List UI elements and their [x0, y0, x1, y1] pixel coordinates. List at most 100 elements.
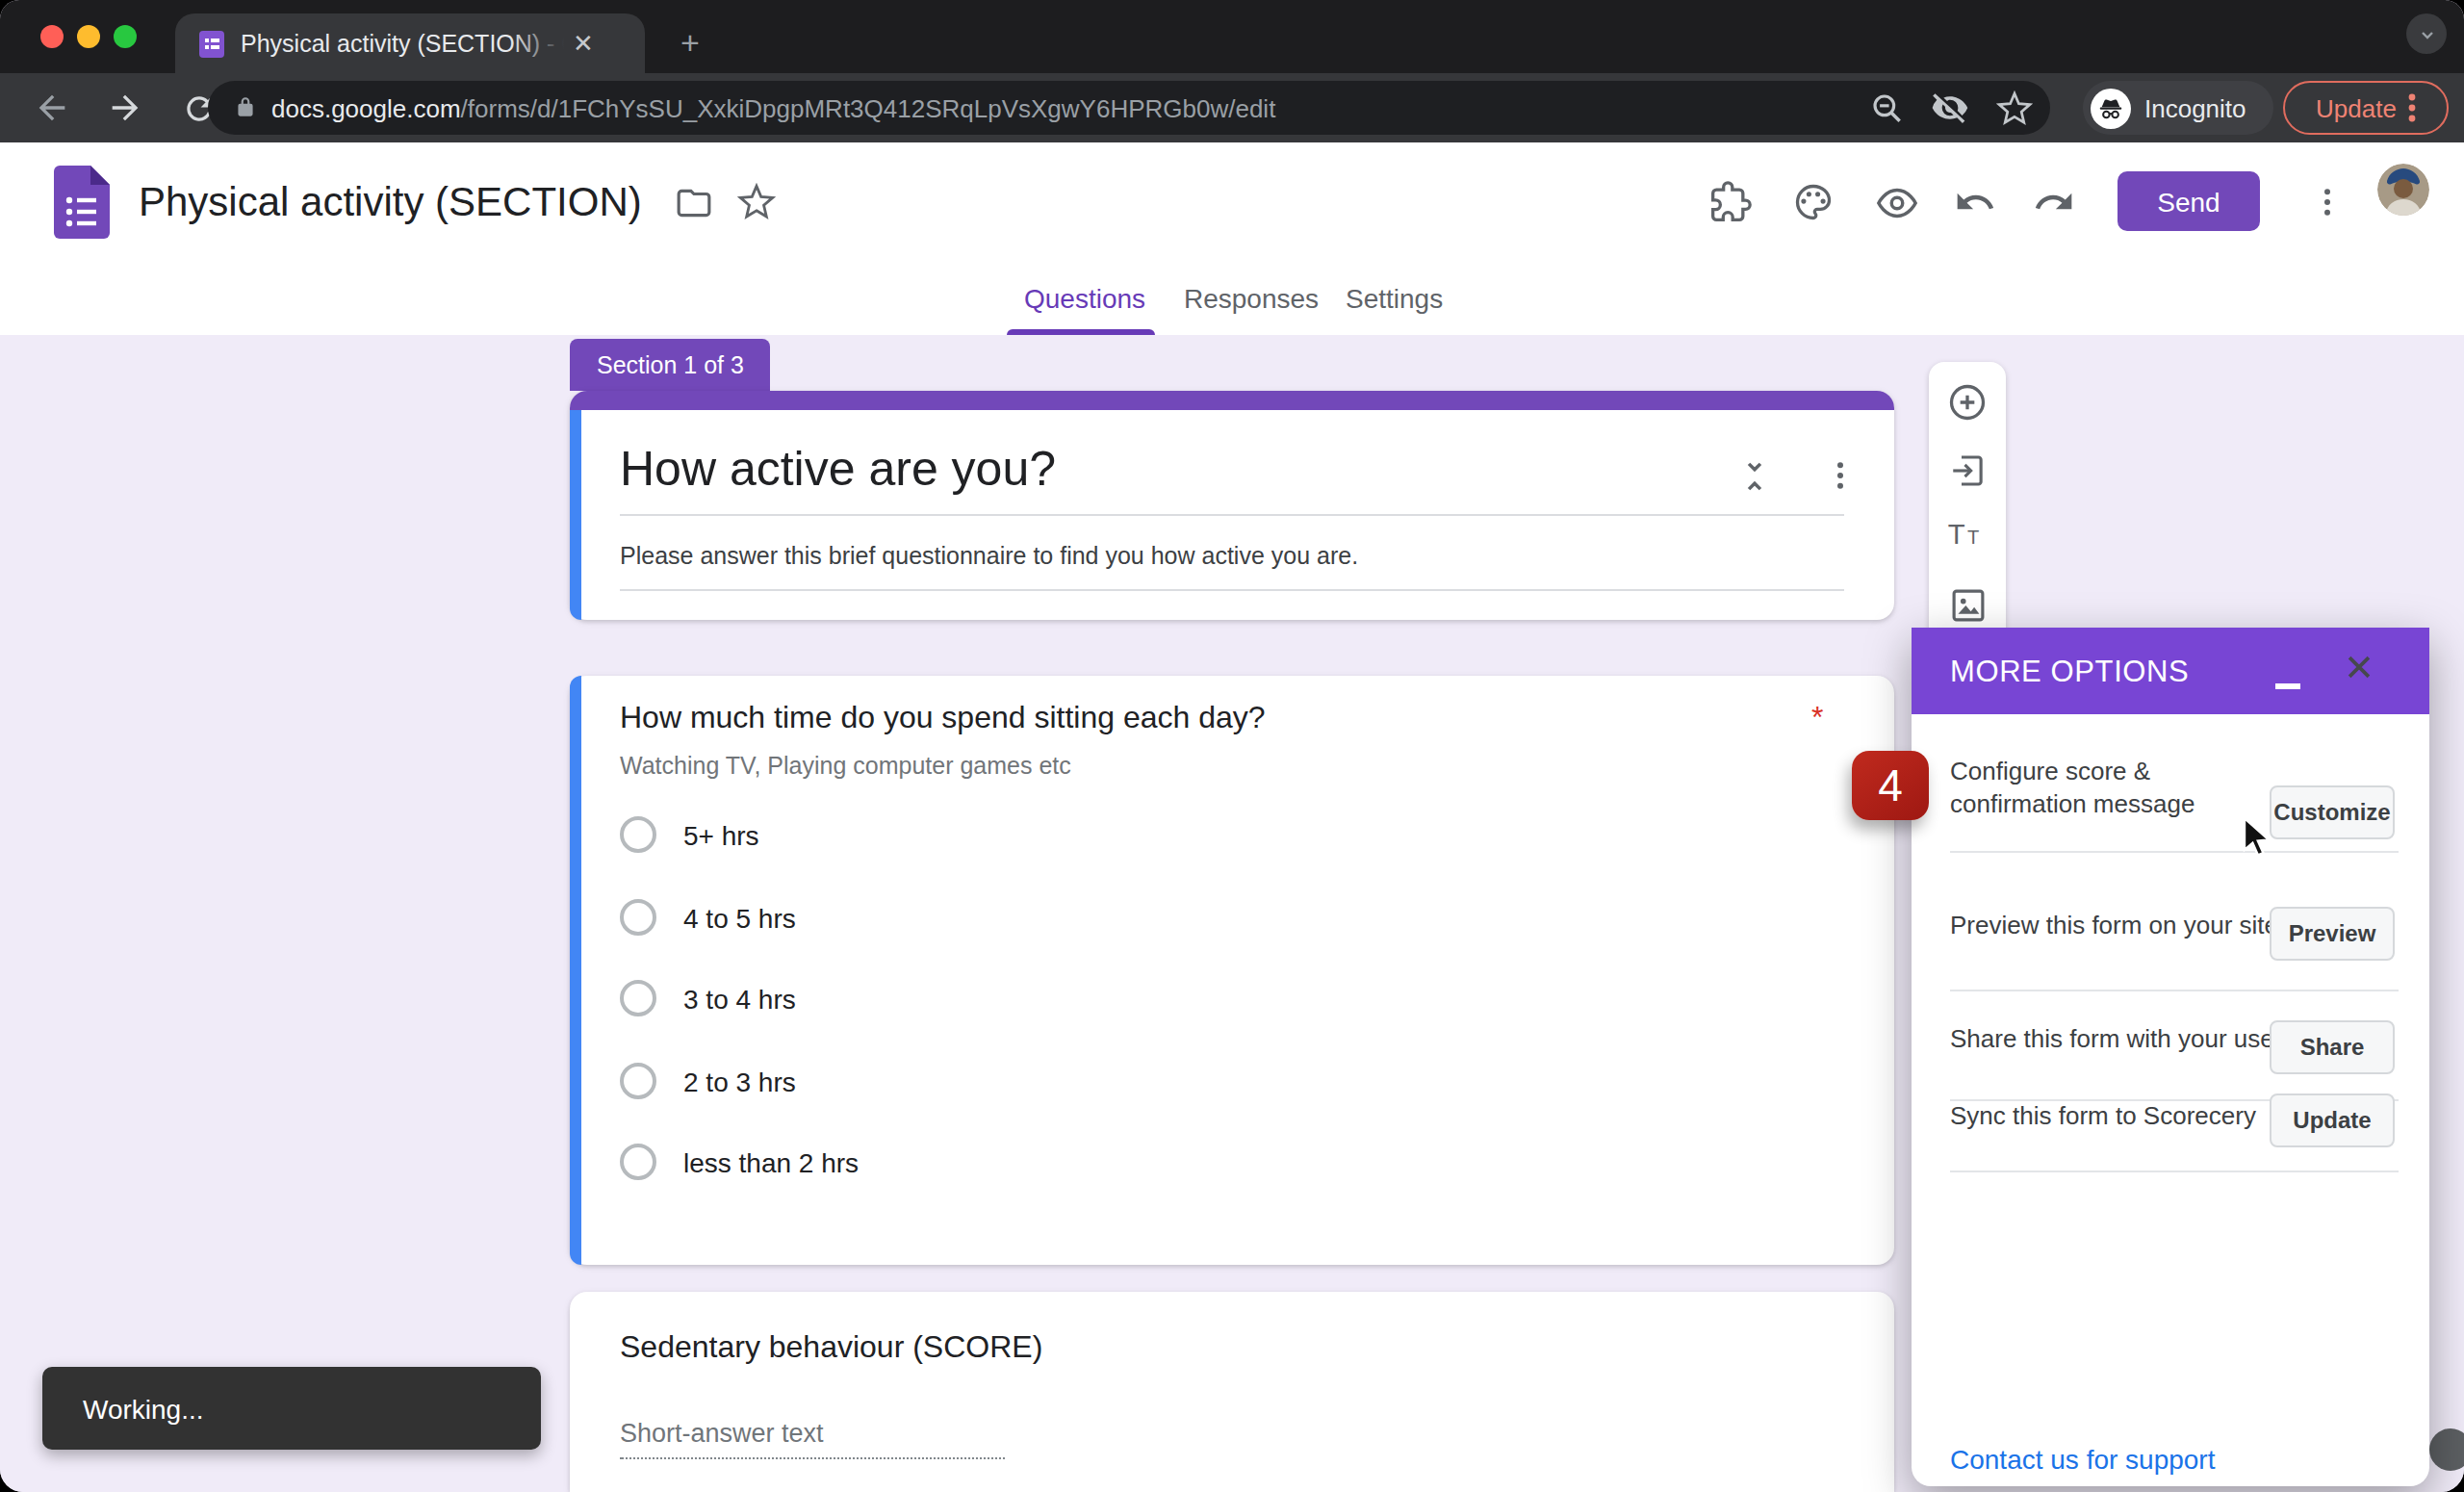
add-circle-icon [1946, 381, 1989, 424]
window-titlebar: Physical activity (SECTION) - G ✕ + [0, 0, 2464, 73]
incognito-icon [2091, 88, 2131, 128]
question-card[interactable]: How much time do you spend sitting each … [570, 676, 1894, 1265]
required-asterisk: * [1811, 701, 1823, 735]
selection-indicator [570, 410, 581, 620]
window-zoom-button[interactable] [114, 25, 137, 48]
panel-row-label: Preview this form on your site [1950, 911, 2278, 942]
more-menu-button[interactable] [2302, 177, 2352, 227]
undo-button[interactable] [1950, 177, 2000, 227]
star-icon [738, 183, 777, 221]
window-minimize-button[interactable] [77, 25, 100, 48]
bookmark-button[interactable] [1992, 87, 2035, 129]
forward-button[interactable] [102, 85, 148, 131]
section-header-card[interactable]: How active are you? Please answer this b… [570, 391, 1894, 620]
section-menu-icon[interactable] [1821, 456, 1860, 495]
tab-questions[interactable]: Questions [1024, 262, 1145, 335]
panel-divider [1950, 851, 2399, 853]
new-tab-button[interactable]: + [672, 25, 708, 62]
card-accent-band [570, 391, 1894, 410]
score-question-title[interactable]: Sedentary behaviour (SCORE) [620, 1330, 1042, 1365]
mouse-cursor [2243, 816, 2275, 862]
eye-off-icon [1931, 89, 1969, 127]
radio-option[interactable]: 2 to 3 hrs [620, 1063, 796, 1099]
window-chevron-button[interactable] [2406, 13, 2447, 54]
folder-icon [676, 184, 712, 220]
import-questions-button[interactable] [1946, 449, 1989, 491]
radio-icon[interactable] [620, 980, 656, 1016]
radio-option[interactable]: 4 to 5 hrs [620, 899, 796, 936]
move-folder-button[interactable] [669, 177, 719, 227]
tab-title: Physical activity (SECTION) - G [241, 30, 564, 57]
redo-icon [2033, 181, 2075, 223]
address-bar[interactable]: docs.google.com/forms/d/1FChYsSU_XxkiDpg… [208, 81, 2050, 135]
radio-icon[interactable] [620, 1144, 656, 1180]
forms-header: Physical activity (SECTION) Send [0, 142, 2464, 262]
svg-text:T: T [1967, 527, 1979, 548]
chrome-update-button[interactable]: Update [2283, 81, 2449, 135]
collapse-section-icon[interactable] [1734, 456, 1775, 497]
panel-header[interactable]: MORE OPTIONS [1912, 628, 2429, 714]
chevron-down-icon [2415, 22, 2438, 45]
add-question-button[interactable] [1946, 381, 1989, 424]
radio-option[interactable]: 5+ hrs [620, 816, 759, 853]
step-badge: 4 [1852, 751, 1929, 820]
kebab-icon [2308, 183, 2347, 221]
radio-icon[interactable] [620, 1063, 656, 1099]
minimize-icon[interactable] [2275, 683, 2300, 688]
score-question-card[interactable]: Sedentary behaviour (SCORE) Short-answer… [570, 1292, 1894, 1492]
panel-divider [1950, 1170, 2399, 1172]
undo-icon [1954, 181, 1996, 223]
form-title[interactable]: How active are you? [620, 441, 1056, 497]
panel-row-label: Share this form with your users [1950, 1024, 2295, 1056]
eye-icon [1874, 180, 1918, 224]
import-icon [1947, 450, 1988, 490]
question-subtitle[interactable]: Watching TV, Playing computer games etc [620, 753, 1071, 780]
preview-button[interactable] [1871, 177, 1921, 227]
radio-option[interactable]: less than 2 hrs [620, 1144, 859, 1180]
panel-divider [1950, 990, 2399, 991]
browser-tab[interactable]: Physical activity (SECTION) - G ✕ [175, 13, 645, 73]
customize-button[interactable]: Customize [2270, 785, 2395, 839]
radio-icon[interactable] [620, 816, 656, 853]
share-button[interactable]: Share [2270, 1020, 2395, 1074]
zoom-out-icon [1868, 90, 1905, 126]
forms-nav-tabs: Questions Responses Settings [0, 262, 2464, 335]
panel-title: MORE OPTIONS [1950, 655, 2189, 689]
more-options-panel: MORE OPTIONS Configure score & confirmat… [1912, 628, 2429, 1486]
forward-icon [106, 89, 144, 127]
close-icon[interactable] [2343, 651, 2375, 683]
question-title[interactable]: How much time do you spend sitting each … [620, 701, 1266, 735]
addons-button[interactable] [1706, 177, 1756, 227]
radio-icon[interactable] [620, 899, 656, 936]
radio-option[interactable]: 3 to 4 hrs [620, 980, 796, 1016]
tab-close-icon[interactable]: ✕ [568, 29, 599, 58]
divider [620, 589, 1844, 591]
back-button[interactable] [29, 85, 75, 131]
sync-update-button[interactable]: Update [2270, 1093, 2395, 1147]
incognito-badge: Incognito [2083, 81, 2273, 135]
forms-logo [54, 166, 110, 239]
zoom-out-button[interactable] [1865, 87, 1908, 129]
window-close-button[interactable] [40, 25, 64, 48]
form-description[interactable]: Please answer this brief questionnaire t… [620, 543, 1358, 570]
preview-site-button[interactable]: Preview [2270, 907, 2395, 961]
tab-responses[interactable]: Responses [1184, 262, 1319, 335]
redo-button[interactable] [2029, 177, 2079, 227]
update-menu-icon [2408, 92, 2416, 123]
add-image-button[interactable] [1946, 583, 1989, 626]
browser-toolbar: docs.google.com/forms/d/1FChYsSU_XxkiDpg… [0, 73, 2464, 142]
working-toast: Working... [42, 1367, 541, 1450]
password-reveal-button[interactable] [1929, 87, 1971, 129]
theme-button[interactable] [1788, 177, 1838, 227]
svg-text:T: T [1948, 518, 1965, 550]
avatar[interactable] [2377, 164, 2429, 216]
add-title-button[interactable]: TT [1946, 516, 1989, 558]
panel-row-label: Sync this form to Scorecery [1950, 1101, 2256, 1133]
send-button[interactable]: Send [2118, 171, 2260, 231]
tab-settings[interactable]: Settings [1346, 262, 1443, 335]
support-link[interactable]: Contact us for support [1950, 1444, 2216, 1475]
divider [620, 514, 1844, 516]
star-document-button[interactable] [732, 177, 783, 227]
help-button[interactable] [2429, 1428, 2464, 1471]
document-title[interactable]: Physical activity (SECTION) [139, 179, 642, 225]
